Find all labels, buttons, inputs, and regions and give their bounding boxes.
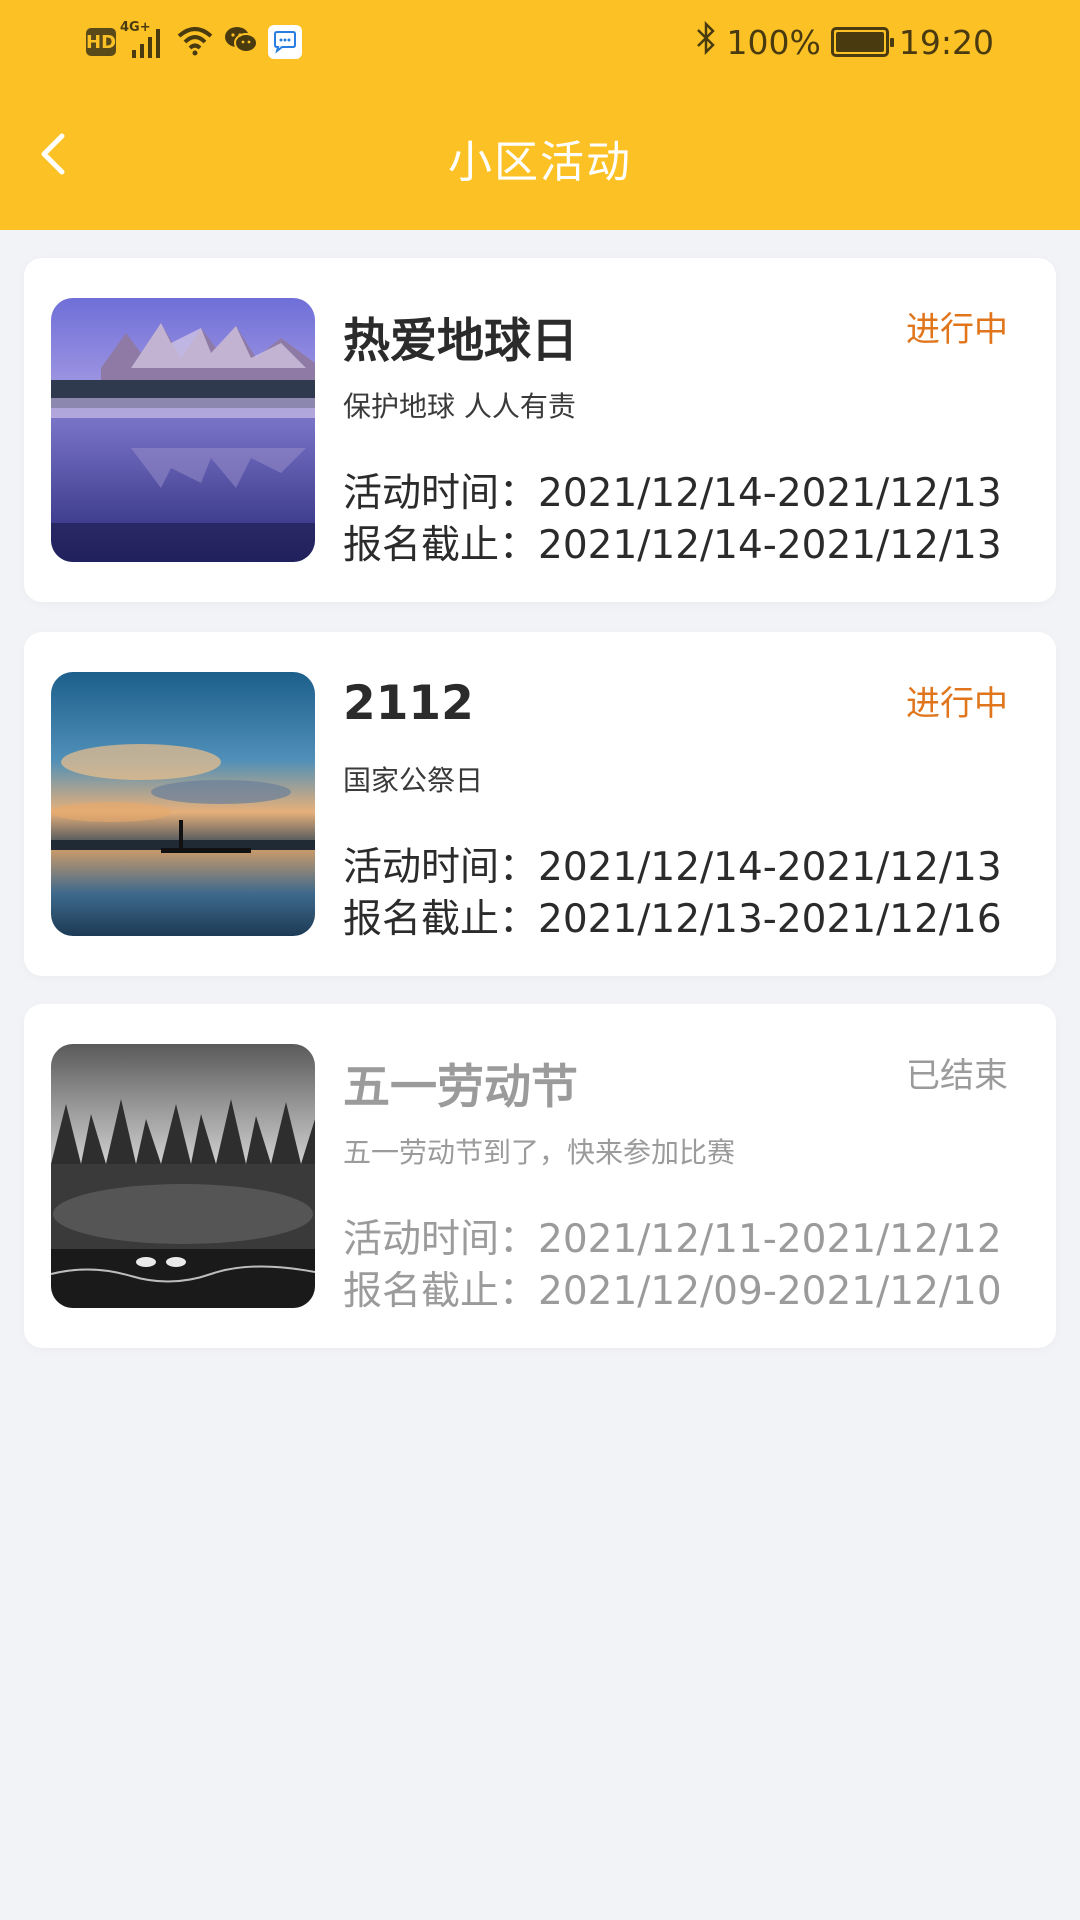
battery-percent: 100%	[726, 22, 821, 62]
deadline-value: 2021/12/09-2021/12/10	[538, 1269, 1002, 1314]
battery-icon	[830, 27, 894, 57]
app-header: HD 4G+ 100% 19:20 小区活动	[0, 0, 1080, 230]
activity-time-label: 活动时间：	[343, 1217, 539, 1262]
activity-card[interactable]: 热爱地球日 进行中 保护地球 人人有责 活动时间：2021/12/14-2021…	[24, 258, 1056, 602]
activity-thumbnail	[51, 298, 315, 562]
network-type-label: 4G+	[120, 20, 151, 35]
signal-icon: 4G+	[120, 20, 166, 58]
clock-time: 19:20	[898, 22, 994, 62]
activity-time: 活动时间：2021/12/14-2021/12/13	[343, 462, 1002, 518]
hd-icon: HD	[86, 28, 116, 56]
status-bar: HD 4G+ 100% 19:20	[0, 0, 1080, 84]
deadline-label: 报名截止：	[343, 1269, 539, 1314]
chat-app-icon	[268, 25, 302, 59]
activity-time: 活动时间：2021/12/11-2021/12/12	[343, 1208, 1002, 1264]
activity-subtitle: 五一劳动节到了，快来参加比赛	[343, 1136, 736, 1169]
bluetooth-icon	[695, 20, 717, 63]
activity-time-label: 活动时间：	[343, 471, 539, 516]
wifi-icon	[176, 24, 214, 60]
deadline-value: 2021/12/14-2021/12/13	[538, 523, 1002, 568]
status-right: 100% 19:20	[695, 20, 994, 64]
sunset-lake-image	[51, 672, 315, 936]
activity-card[interactable]: 2112 进行中 国家公祭日 活动时间：2021/12/14-2021/12/1…	[24, 632, 1056, 976]
status-left: HD 4G+	[86, 20, 302, 64]
activity-title: 2112	[343, 676, 474, 731]
activity-time-value: 2021/12/14-2021/12/13	[538, 845, 1002, 890]
deadline-value: 2021/12/13-2021/12/16	[538, 897, 1002, 942]
page-title: 小区活动	[448, 137, 632, 188]
status-badge: 进行中	[906, 684, 1008, 724]
activity-title: 热爱地球日	[343, 314, 578, 369]
activity-thumbnail	[51, 1044, 315, 1308]
battery-fill	[835, 32, 884, 52]
deadline-label: 报名截止：	[343, 897, 539, 942]
activity-card[interactable]: 五一劳动节 已结束 五一劳动节到了，快来参加比赛 活动时间：2021/12/11…	[24, 1004, 1056, 1348]
activity-thumbnail	[51, 672, 315, 936]
status-badge: 进行中	[906, 310, 1008, 350]
activity-time-label: 活动时间：	[343, 845, 539, 890]
registration-deadline: 报名截止：2021/12/09-2021/12/10	[343, 1260, 1002, 1316]
forest-lake-image	[51, 1044, 315, 1308]
registration-deadline: 报名截止：2021/12/13-2021/12/16	[343, 888, 1002, 944]
status-badge: 已结束	[906, 1056, 1008, 1096]
wechat-icon	[224, 25, 258, 59]
activity-subtitle: 保护地球 人人有责	[343, 390, 576, 423]
mountain-lake-image	[51, 298, 315, 562]
activity-time-value: 2021/12/14-2021/12/13	[538, 471, 1002, 516]
registration-deadline: 报名截止：2021/12/14-2021/12/13	[343, 514, 1002, 570]
activity-subtitle: 国家公祭日	[343, 764, 484, 797]
activity-time: 活动时间：2021/12/14-2021/12/13	[343, 836, 1002, 892]
activity-time-value: 2021/12/11-2021/12/12	[538, 1217, 1002, 1262]
activity-title: 五一劳动节	[343, 1060, 578, 1115]
deadline-label: 报名截止：	[343, 523, 539, 568]
